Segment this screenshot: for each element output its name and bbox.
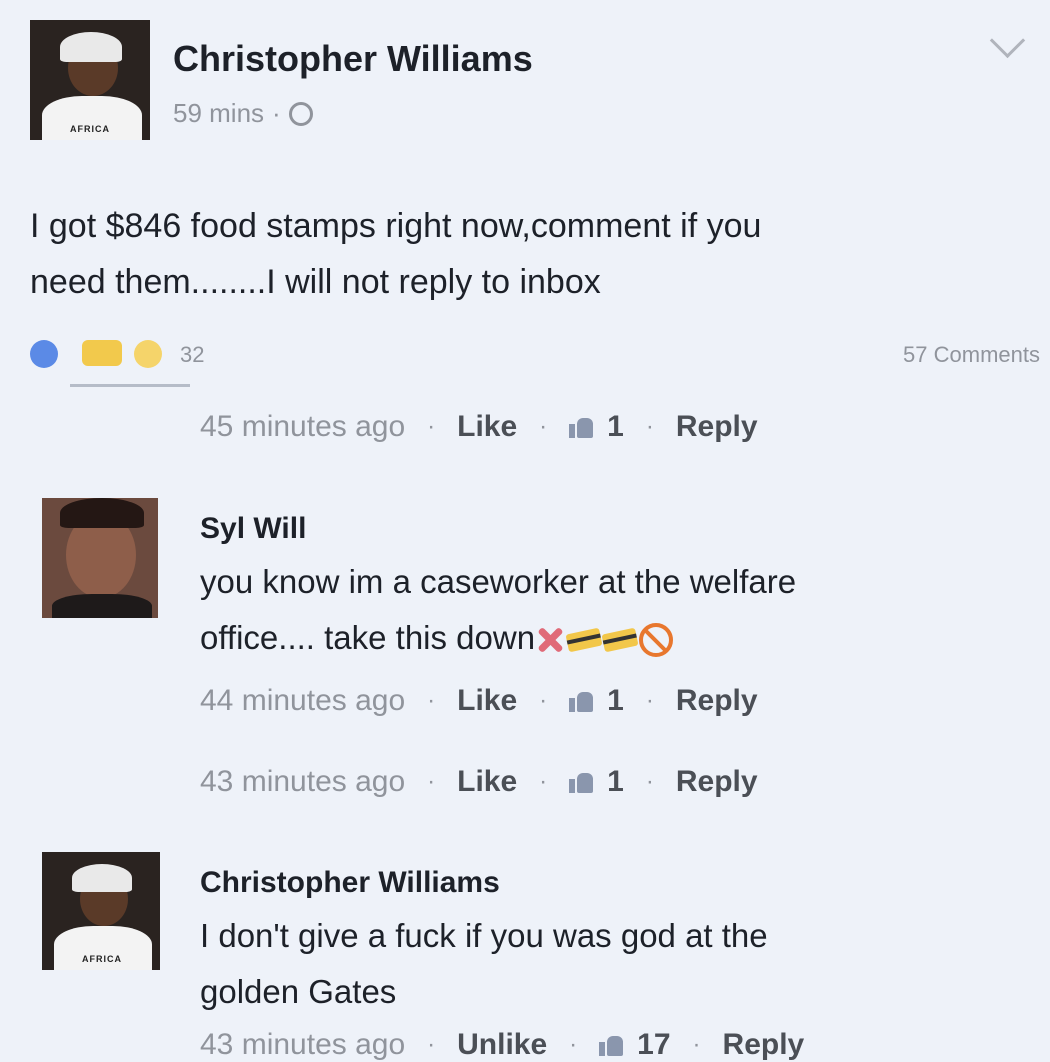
comment-text-span: office.... take this down [200,619,536,656]
avatar-logo-text: AFRICA [82,954,122,964]
separator: · [427,768,436,795]
comment-text-line: golden Gates [200,973,397,1010]
post-meta: 59 mins · [173,98,313,129]
comment-time[interactable]: 43 minutes ago [200,765,405,799]
comment-actions: 43 minutes ago · Like · 1 · Reply [200,765,758,799]
separator: · [645,413,654,440]
comment-time[interactable]: 45 minutes ago [200,410,405,444]
avatar[interactable]: AFRICA [30,20,150,140]
commenter-name[interactable]: Syl Will [200,512,306,546]
comments-count[interactable]: 57 Comments [903,342,1040,368]
separator: · [427,413,436,440]
cross-mark-icon [535,625,565,655]
like-count[interactable]: 1 [607,410,624,444]
like-button[interactable]: Like [457,684,517,718]
like-button[interactable]: Like [457,765,517,799]
post-text-line: need them........I will not reply to inb… [30,263,601,301]
separator: · [539,687,548,714]
comment-text-line: you know im a caseworker at the welfare [200,563,797,600]
comment-time[interactable]: 44 minutes ago [200,684,405,718]
like-count[interactable]: 17 [637,1028,670,1062]
post-author-name[interactable]: Christopher Williams [173,38,533,80]
wow-reaction-icon[interactable] [134,340,162,368]
comment-actions: 43 minutes ago · Unlike · 17 · Reply [200,1028,804,1062]
post-text-line: I got $846 food stamps right now,comment… [30,207,762,245]
reply-button[interactable]: Reply [676,765,758,799]
globe-icon [288,101,313,126]
comment-text-line: office.... take this down [200,610,796,666]
separator: · [645,768,654,795]
divider [70,384,190,387]
credit-card-icon [565,627,603,653]
comment-text: you know im a caseworker at the welfare … [200,554,796,666]
separator: · [569,1031,578,1058]
credit-card-icon [601,627,639,653]
separator: · [692,1031,701,1058]
separator: · [427,687,436,714]
reply-button[interactable]: Reply [723,1028,805,1062]
reply-button[interactable]: Reply [676,410,758,444]
thumbs-up-icon [569,771,594,793]
post-text: I got $846 food stamps right now,comment… [30,198,1010,310]
separator: · [645,687,654,714]
chevron-down-icon[interactable] [989,22,1026,59]
meta-separator: · [272,98,281,128]
like-count[interactable]: 1 [607,765,624,799]
separator: · [539,768,548,795]
emoji-sequence [535,623,674,658]
avatar[interactable] [42,498,158,618]
separator: · [539,413,548,440]
reply-button[interactable]: Reply [676,684,758,718]
thumbs-up-icon [599,1034,624,1056]
like-count[interactable]: 1 [607,684,624,718]
no-entry-icon [639,623,674,658]
reactions-row: 32 57 Comments [30,338,1040,387]
comment-text-line: I don't give a fuck if you was god at th… [200,917,768,954]
unlike-button[interactable]: Unlike [457,1028,547,1062]
like-reaction-icon[interactable] [30,340,58,368]
avatar[interactable]: AFRICA [42,852,160,970]
like-button[interactable]: Like [457,410,517,444]
comment-text: I don't give a fuck if you was god at th… [200,908,768,1020]
reaction-count[interactable]: 32 [180,342,204,368]
comment-actions: 44 minutes ago · Like · 1 · Reply [200,684,758,718]
comment-actions: 45 minutes ago · Like · 1 · Reply [200,410,758,444]
separator: · [427,1031,436,1058]
post-time[interactable]: 59 mins [173,98,264,129]
haha-reaction-icon[interactable] [82,340,122,366]
commenter-name[interactable]: Christopher Williams [200,866,500,900]
thumbs-up-icon [569,690,594,712]
thumbs-up-icon [569,416,594,438]
post-header: AFRICA Christopher Williams 59 mins · [30,20,1026,150]
comment-time[interactable]: 43 minutes ago [200,1028,405,1062]
avatar-logo-text: AFRICA [70,124,110,134]
